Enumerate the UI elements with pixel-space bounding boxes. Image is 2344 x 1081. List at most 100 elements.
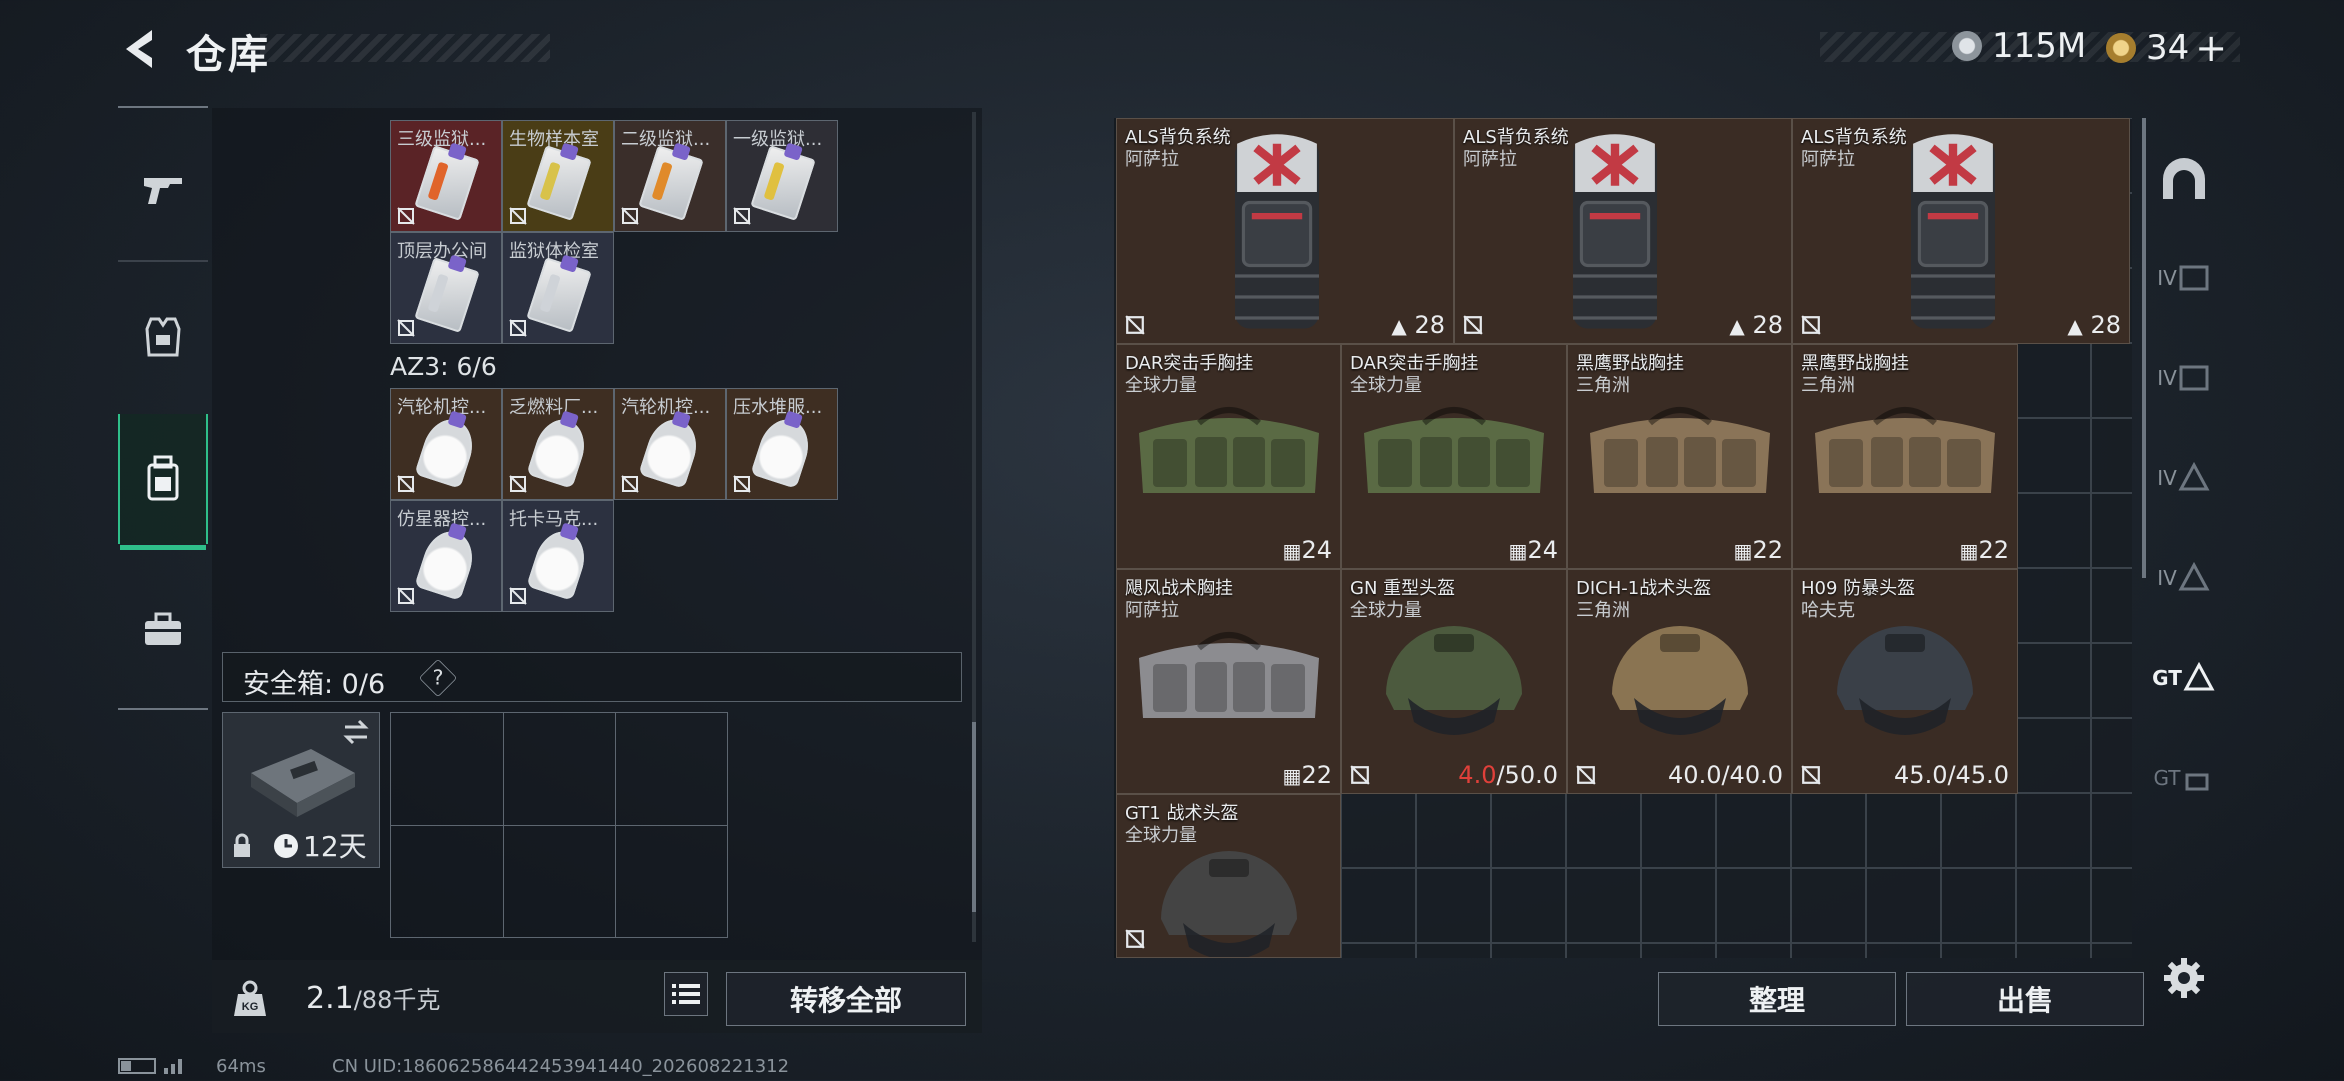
- stash-item[interactable]: 黑鹰野战胸挂 三角洲 ▦22: [1792, 344, 2018, 569]
- stash-empty-cell[interactable]: [2091, 868, 2132, 943]
- stash-empty-cell[interactable]: [1341, 868, 1416, 943]
- keycard-slot[interactable]: 汽轮机控...: [390, 388, 502, 500]
- settings-gear-icon[interactable]: [2162, 956, 2206, 1000]
- slot-helmet[interactable]: [2140, 128, 2228, 228]
- back-arrow-icon[interactable]: [118, 26, 164, 72]
- container-scrollbar[interactable]: [972, 112, 976, 942]
- stash-item[interactable]: 飓风战术胸挂 阿萨拉 ▦22: [1116, 569, 1341, 794]
- stash-item[interactable]: ALS背负系统 阿萨拉 ▲ 28: [1116, 118, 1454, 344]
- stash-item[interactable]: DAR突击手胸挂 全球力量 ▦24: [1116, 344, 1341, 569]
- slot-gt-active[interactable]: GT: [2140, 628, 2228, 728]
- stash-item[interactable]: DAR突击手胸挂 全球力量 ▦24: [1341, 344, 1567, 569]
- stash-empty-cell[interactable]: [2091, 643, 2132, 718]
- hand-icon: [2185, 773, 2208, 791]
- stash-empty-cell[interactable]: [1866, 793, 1941, 868]
- keycard-slot[interactable]: 生物样本室: [502, 120, 614, 232]
- stash-empty-cell[interactable]: [2016, 343, 2091, 418]
- stash-empty-cell[interactable]: [1491, 868, 1566, 943]
- stash-empty-cell[interactable]: [1566, 868, 1641, 943]
- stash-empty-cell[interactable]: [2091, 943, 2132, 958]
- keycard-slot[interactable]: 顶层办公间: [390, 232, 502, 344]
- stash-empty-cell[interactable]: [1341, 793, 1416, 868]
- stash-empty-cell[interactable]: [1416, 943, 1491, 958]
- add-gold-button[interactable]: +: [2195, 26, 2227, 70]
- item-brand: 阿萨拉: [1463, 149, 1517, 170]
- transfer-all-button[interactable]: 转移全部: [726, 972, 966, 1026]
- stash-empty-cell[interactable]: [1791, 943, 1866, 958]
- stash-empty-cell[interactable]: [1791, 868, 1866, 943]
- svg-text:KG: KG: [242, 1001, 259, 1013]
- stash-empty-cell[interactable]: [2091, 418, 2132, 493]
- nav-armor[interactable]: [118, 272, 208, 402]
- item-brand: 全球力量: [1350, 600, 1422, 621]
- nav-backpack[interactable]: [118, 414, 208, 550]
- stash-empty-cell[interactable]: [2016, 493, 2091, 568]
- stash-empty-cell[interactable]: [1941, 868, 2016, 943]
- stash-empty-cell[interactable]: [1791, 793, 1866, 868]
- keycard-slot[interactable]: 托卡马克...: [502, 500, 614, 612]
- stash-item[interactable]: ALS背负系统 阿萨拉 ▲ 28: [1454, 118, 1792, 344]
- stash-empty-cell[interactable]: [1641, 868, 1716, 943]
- stash-empty-cell[interactable]: [2016, 643, 2091, 718]
- stash-empty-cell[interactable]: [2016, 718, 2091, 793]
- stash-empty-cell[interactable]: [1941, 943, 2016, 958]
- slot-rig-2[interactable]: IV: [2140, 528, 2228, 628]
- stash-empty-cell[interactable]: [2016, 868, 2091, 943]
- keycard-slot[interactable]: 乏燃料厂...: [502, 388, 614, 500]
- stash-empty-cell[interactable]: [1866, 868, 1941, 943]
- nav-weapon[interactable]: [118, 125, 208, 255]
- slot-gt[interactable]: GT: [2140, 728, 2228, 828]
- stash-empty-cell[interactable]: [2091, 568, 2132, 643]
- stash-empty-cell[interactable]: [1641, 943, 1716, 958]
- stash-item[interactable]: ALS背负系统 阿萨拉 ▲ 28: [1792, 118, 2130, 344]
- help-button[interactable]: ?: [418, 658, 458, 698]
- stash-empty-cell[interactable]: [2091, 793, 2132, 868]
- stash-empty-cell[interactable]: [2091, 718, 2132, 793]
- stash-item[interactable]: GT1 战术头盔 全球力量: [1116, 794, 1341, 958]
- safe-box-grid[interactable]: [390, 712, 728, 938]
- gold-currency[interactable]: 34 +: [2106, 26, 2227, 70]
- keycard-slot[interactable]: 压水堆服...: [726, 388, 838, 500]
- keycard-slot[interactable]: 一级监狱...: [726, 120, 838, 232]
- stash-item[interactable]: GN 重型头盔 全球力量 4.0/50.0: [1341, 569, 1567, 794]
- sell-button[interactable]: 出售: [1906, 972, 2144, 1026]
- stash-empty-cell[interactable]: [1491, 943, 1566, 958]
- slot-armor-2[interactable]: IV: [2140, 328, 2228, 428]
- stash-empty-cell[interactable]: [2091, 343, 2132, 418]
- keycard-slot[interactable]: 仿星器控...: [390, 500, 502, 612]
- stash-empty-cell[interactable]: [2016, 943, 2091, 958]
- stash-empty-cell[interactable]: [1716, 793, 1791, 868]
- stash-empty-cell[interactable]: [1341, 943, 1416, 958]
- stash-item[interactable]: 黑鹰野战胸挂 三角洲 ▦22: [1567, 344, 1792, 569]
- keycard-slot[interactable]: 三级监狱...: [390, 120, 502, 232]
- stash-empty-cell[interactable]: [1941, 793, 2016, 868]
- list-view-button[interactable]: [664, 972, 708, 1016]
- stash-empty-cell[interactable]: [1491, 793, 1566, 868]
- stash-empty-cell[interactable]: [1716, 943, 1791, 958]
- stash-empty-cell[interactable]: [1566, 943, 1641, 958]
- stash-empty-cell[interactable]: [2016, 418, 2091, 493]
- stash-item[interactable]: H09 防暴头盔 哈夫克 45.0/45.0: [1792, 569, 2018, 794]
- durability-current: 45.0: [1894, 761, 1948, 789]
- keycard-slot[interactable]: 监狱体检室: [502, 232, 614, 344]
- slot-rig-1[interactable]: IV: [2140, 428, 2228, 528]
- stash-empty-cell[interactable]: [1716, 868, 1791, 943]
- stash-empty-cell[interactable]: [1416, 793, 1491, 868]
- stash-empty-cell[interactable]: [1566, 793, 1641, 868]
- stash-empty-cell[interactable]: [1641, 793, 1716, 868]
- keycard-slot[interactable]: 二级监狱...: [614, 120, 726, 232]
- stash-empty-cell[interactable]: [2016, 568, 2091, 643]
- stash-item[interactable]: DICH-1战术头盔 三角洲 40.0/40.0: [1567, 569, 1792, 794]
- keycard-slot[interactable]: 汽轮机控...: [614, 388, 726, 500]
- sort-button[interactable]: 整理: [1658, 972, 1896, 1026]
- swap-icon[interactable]: [341, 719, 371, 745]
- stash-empty-cell[interactable]: [1866, 943, 1941, 958]
- stash-empty-cell[interactable]: [2016, 793, 2091, 868]
- stash-empty-cell[interactable]: [2091, 493, 2132, 568]
- nav-case[interactable]: [118, 565, 208, 695]
- stash-empty-cell[interactable]: [1416, 868, 1491, 943]
- armor-shape-icon: [2179, 265, 2209, 291]
- slot-armor-1[interactable]: IV: [2140, 228, 2228, 328]
- safe-box-case[interactable]: 12天: [222, 712, 380, 868]
- silver-currency[interactable]: 115M: [1952, 26, 2086, 66]
